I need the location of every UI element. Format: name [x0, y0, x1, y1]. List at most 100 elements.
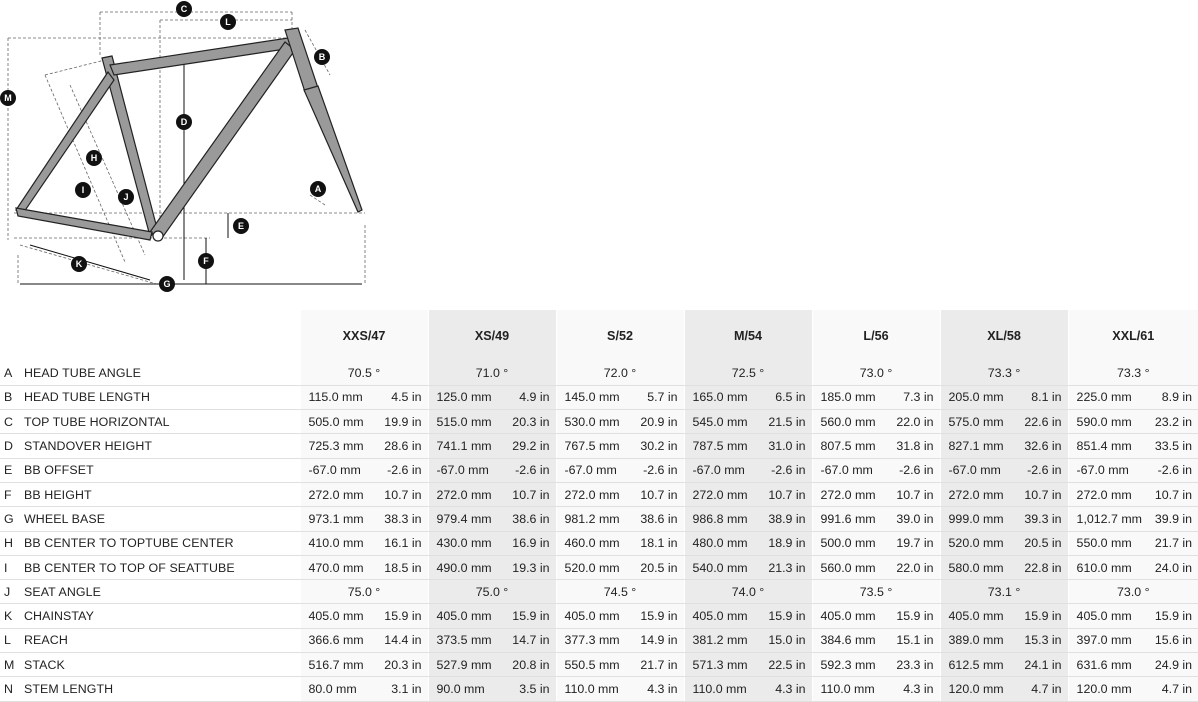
value-mm: 560.0 mm: [811, 409, 887, 435]
table-row: B HEAD TUBE LENGTH 115.0 mm 4.5 in 125.0 mm 4…: [0, 385, 1198, 411]
value-in: 15.3 in: [1014, 628, 1069, 654]
value-in: 14.9 in: [630, 628, 685, 654]
value-in: 31.8 in: [886, 433, 941, 459]
svg-text:H: H: [91, 153, 98, 163]
value-in: 20.3 in: [374, 652, 428, 678]
value-mm: 516.7 mm: [299, 652, 374, 678]
value-in: -2.6 in: [1142, 458, 1198, 483]
value-mm: -67.0 mm: [683, 458, 759, 483]
value-mm: 125.0 mm: [427, 385, 502, 411]
value-mm: 827.1 mm: [939, 433, 1015, 459]
value-mm: -67.0 mm: [555, 458, 630, 483]
row-letter: G: [0, 506, 22, 532]
value-in: 15.9 in: [374, 603, 428, 629]
value-mm: 145.0 mm: [555, 385, 630, 411]
value-mm: 631.6 mm: [1067, 652, 1143, 678]
marker-a: A: [310, 181, 326, 197]
table-row: D STANDOVER HEIGHT 725.3 mm 28.6 in 741.1 mm…: [0, 433, 1198, 459]
angle-value: 73.3 °: [1067, 361, 1198, 386]
row-label: TOP TUBE HORIZONTAL: [22, 409, 300, 435]
value-mm: 185.0 mm: [811, 385, 887, 411]
row-letter: E: [0, 458, 22, 483]
angle-value: 73.1 °: [939, 579, 1069, 605]
row-letter: B: [0, 385, 22, 411]
value-in: 21.5 in: [758, 409, 813, 435]
value-mm: 545.0 mm: [683, 409, 759, 435]
value-mm: -67.0 mm: [299, 458, 374, 483]
value-in: 15.0 in: [758, 628, 813, 654]
value-in: 21.3 in: [758, 555, 813, 581]
angle-value: 74.0 °: [683, 579, 813, 605]
value-in: 20.8 in: [502, 652, 556, 678]
size-header-row: XXS/47 XS/49 S/52 M/54 L/56 XL/58 XXL/61: [0, 310, 1198, 361]
row-label: HEAD TUBE ANGLE: [22, 361, 300, 386]
svg-text:C: C: [181, 4, 188, 14]
value-in: 10.7 in: [758, 482, 813, 508]
value-in: 18.5 in: [374, 555, 428, 581]
value-mm: 520.0 mm: [939, 531, 1015, 556]
value-in: 5.7 in: [630, 385, 685, 411]
table-row: K CHAINSTAY 405.0 mm 15.9 in 405.0 mm 15.9 in…: [0, 603, 1198, 629]
value-in: -2.6 in: [1014, 458, 1069, 483]
geometry-table: XXS/47 XS/49 S/52 M/54 L/56 XL/58 XXL/61 A HEAD…: [0, 310, 1198, 702]
row-letter: F: [0, 482, 22, 508]
value-mm: 115.0 mm: [299, 385, 374, 411]
value-in: 19.9 in: [374, 409, 428, 435]
value-in: 15.1 in: [886, 628, 941, 654]
value-in: 16.9 in: [502, 531, 556, 556]
svg-text:M: M: [4, 93, 12, 103]
value-in: 10.7 in: [502, 482, 556, 508]
value-in: 20.3 in: [502, 409, 556, 435]
angle-value: 73.0 °: [1067, 579, 1198, 605]
value-in: -2.6 in: [758, 458, 813, 483]
marker-h: H: [86, 150, 102, 166]
value-mm: 973.1 mm: [299, 506, 374, 532]
value-in: 8.9 in: [1142, 385, 1198, 411]
angle-value: 72.5 °: [683, 361, 813, 386]
row-label: HEAD TUBE LENGTH: [22, 385, 300, 411]
value-mm: 999.0 mm: [939, 506, 1015, 532]
row-label: STACK: [22, 652, 300, 678]
marker-e: E: [233, 218, 249, 234]
value-mm: 405.0 mm: [1067, 603, 1143, 629]
value-mm: 272.0 mm: [811, 482, 887, 508]
row-letter: I: [0, 555, 22, 581]
value-mm: -67.0 mm: [939, 458, 1015, 483]
svg-text:G: G: [163, 279, 170, 289]
value-in: 15.6 in: [1142, 628, 1198, 654]
angle-value: 73.3 °: [939, 361, 1069, 386]
value-in: 10.7 in: [1014, 482, 1069, 508]
value-mm: 272.0 mm: [299, 482, 374, 508]
value-mm: 550.5 mm: [555, 652, 630, 678]
table-row: J SEAT ANGLE 75.0 ° 75.0 ° 74.5 ° 74.0 ° 73.5 …: [0, 579, 1198, 605]
table-row: A HEAD TUBE ANGLE 70.5 ° 71.0 ° 72.0 ° 72.5 °…: [0, 361, 1198, 386]
value-in: 20.9 in: [630, 409, 685, 435]
value-mm: 986.8 mm: [683, 506, 759, 532]
row-label: BB OFFSET: [22, 458, 300, 483]
marker-d: D: [176, 114, 192, 130]
value-mm: 807.5 mm: [811, 433, 887, 459]
value-mm: 527.9 mm: [427, 652, 502, 678]
value-in: 20.5 in: [1014, 531, 1069, 556]
bike-frame: [15, 27, 363, 241]
value-mm: 405.0 mm: [299, 603, 374, 629]
table-row: G WHEEL BASE 973.1 mm 38.3 in 979.4 mm 38.6 i…: [0, 506, 1198, 532]
value-in: 22.5 in: [758, 652, 813, 678]
row-label: STANDOVER HEIGHT: [22, 433, 300, 459]
size-header: M/54: [683, 310, 813, 361]
row-letter: D: [0, 433, 22, 459]
angle-value: 75.0 °: [299, 579, 428, 605]
table-row: E BB OFFSET -67.0 mm -2.6 in -67.0 mm -2.6 in…: [0, 458, 1198, 483]
value-mm: 405.0 mm: [939, 603, 1015, 629]
value-in: 38.6 in: [502, 506, 556, 532]
value-in: 39.3 in: [1014, 506, 1069, 532]
value-in: 16.1 in: [374, 531, 428, 556]
value-mm: 490.0 mm: [427, 555, 502, 581]
row-label: BB HEIGHT: [22, 482, 300, 508]
value-mm: 612.5 mm: [939, 652, 1015, 678]
size-header: XS/49: [427, 310, 556, 361]
value-in: 23.3 in: [886, 652, 941, 678]
value-mm: 397.0 mm: [1067, 628, 1143, 654]
value-in: 15.9 in: [502, 603, 556, 629]
value-mm: 480.0 mm: [683, 531, 759, 556]
